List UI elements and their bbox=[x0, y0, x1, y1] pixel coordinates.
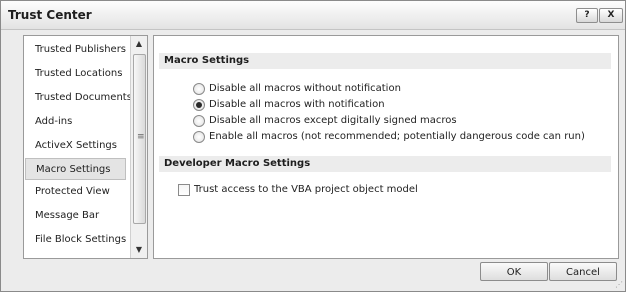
sidebar-item-label: Trusted Publishers bbox=[35, 44, 127, 55]
settings-panel: Macro Settings Disable all macros withou… bbox=[153, 35, 619, 259]
sidebar-item-protected-view[interactable]: Protected View bbox=[25, 181, 126, 203]
title-bar: Trust Center ? X bbox=[1, 1, 625, 30]
trust-vba-checkbox[interactable] bbox=[178, 184, 190, 196]
sidebar-item-macro-settings[interactable]: Macro Settings bbox=[25, 158, 126, 180]
radio-label: Disable all macros with notification bbox=[209, 99, 385, 110]
ok-button[interactable]: OK bbox=[480, 262, 548, 281]
radio-label: Enable all macros (not recommended; pote… bbox=[209, 131, 585, 142]
sidebar-item-file-block-settings[interactable]: File Block Settings bbox=[25, 229, 126, 251]
sidebar-item-label: Trusted Locations bbox=[35, 68, 123, 79]
sidebar-item-trusted-locations[interactable]: Trusted Locations bbox=[25, 63, 126, 85]
sidebar-item-label: Trusted Documents bbox=[35, 92, 132, 103]
sidebar-item-trusted-documents[interactable]: Trusted Documents bbox=[25, 87, 132, 109]
window-title: Trust Center bbox=[8, 8, 92, 22]
scroll-down-icon[interactable]: ▼ bbox=[131, 243, 147, 257]
sidebar-item-trusted-publishers[interactable]: Trusted Publishers bbox=[25, 39, 126, 61]
resize-grip-icon[interactable]: ⋰ bbox=[615, 281, 623, 289]
sidebar-item-label: ActiveX Settings bbox=[35, 140, 117, 151]
scroll-up-icon[interactable]: ▲ bbox=[131, 37, 147, 51]
radio-button-selected[interactable] bbox=[193, 99, 205, 111]
grip-icon: ≡ bbox=[137, 132, 145, 142]
radio-button[interactable] bbox=[193, 115, 205, 127]
sidebar-item-activex-settings[interactable]: ActiveX Settings bbox=[25, 135, 126, 157]
sidebar-item-label: Add-ins bbox=[35, 116, 73, 127]
trust-center-dialog: Trust Center ? X Trusted Publishers Trus… bbox=[0, 0, 626, 292]
radio-label: Disable all macros without notification bbox=[209, 83, 401, 94]
sidebar-item-label: Protected View bbox=[35, 186, 110, 197]
cancel-button[interactable]: Cancel bbox=[549, 262, 617, 281]
macro-settings-heading: Macro Settings bbox=[159, 53, 611, 69]
close-icon[interactable]: X bbox=[599, 8, 623, 23]
sidebar-item-message-bar[interactable]: Message Bar bbox=[25, 205, 126, 227]
sidebar-item-add-ins[interactable]: Add-ins bbox=[25, 111, 126, 133]
developer-settings-heading: Developer Macro Settings bbox=[159, 156, 611, 172]
scrollbar-thumb[interactable]: ≡ bbox=[133, 54, 146, 224]
radio-button[interactable] bbox=[193, 83, 205, 95]
sidebar-item-label: File Block Settings bbox=[35, 234, 127, 245]
radio-label: Disable all macros except digitally sign… bbox=[209, 115, 457, 126]
radio-button[interactable] bbox=[193, 131, 205, 143]
sidebar-item-label: Message Bar bbox=[35, 210, 100, 221]
sidebar-item-label: Macro Settings bbox=[36, 164, 111, 175]
help-icon[interactable]: ? bbox=[576, 8, 598, 23]
sidebar-scrollbar[interactable]: ▲ ≡ ▼ bbox=[130, 36, 147, 258]
checkbox-label: Trust access to the VBA project object m… bbox=[194, 184, 418, 195]
category-list: Trusted Publishers Trusted Locations Tru… bbox=[23, 35, 148, 259]
